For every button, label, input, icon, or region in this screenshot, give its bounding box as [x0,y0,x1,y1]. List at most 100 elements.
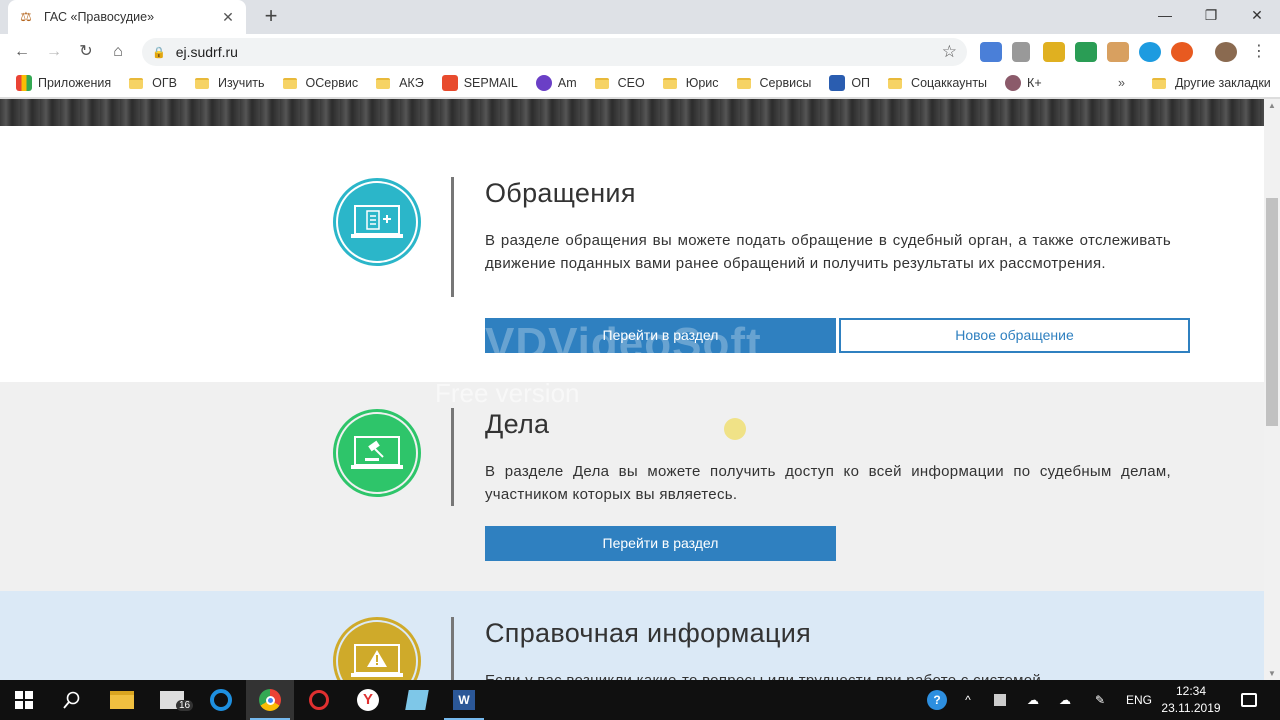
bookmark-item[interactable]: ОП [829,75,870,91]
section-reference: Справочная информация Если у вас возникл… [0,591,1264,680]
edge-icon[interactable] [197,680,245,720]
extension-icon[interactable] [980,42,1002,62]
extension-icon[interactable] [1171,42,1193,62]
cursor-highlight [724,418,746,440]
windows-start-icon[interactable] [0,680,48,720]
clock-time: 12:34 [1175,684,1207,698]
new-appeal-button[interactable]: Новое обращение [839,318,1190,353]
bookmark-label: АКЭ [399,76,424,90]
antivirus-icon[interactable] [295,680,343,720]
bookmark-label: Соцаккаунты [911,76,988,90]
bookmarks-overflow-button[interactable]: » [1118,69,1125,97]
browser-toolbar: ← → ↻ ⌂ 🔒 ej.sudrf.ru ☆ ⋮ [0,34,1280,69]
bookmark-item[interactable]: Приложения [16,75,111,91]
pen-icon[interactable]: ✎ [1088,680,1112,720]
bookmark-item[interactable]: Соцаккаунты [888,76,987,90]
hero-banner [0,99,1264,126]
appeals-icon-circle [333,178,421,266]
bookmark-item[interactable]: ОСервис [282,76,358,90]
word-icon[interactable]: W [440,680,488,720]
notification-badge: 16 [176,700,194,711]
scroll-up-icon[interactable]: ▲ [1264,101,1280,110]
bookmark-item[interactable]: Юрис [662,76,719,90]
close-window-button[interactable]: ✕ [1234,0,1280,30]
folder-icon [662,77,677,89]
new-tab-button[interactable]: + [258,4,284,30]
chevron-up-icon[interactable]: ^ [956,680,980,720]
bookmark-item[interactable]: Am [535,75,577,91]
scrollbar-thumb[interactable] [1266,198,1278,426]
bookmark-label: Приложения [38,76,112,90]
yandex-browser-icon[interactable]: Y [344,680,392,720]
tab-strip: ⚖ ГАС «Правосудие» ✕ + — ❐ ✕ [0,0,1280,34]
reload-icon[interactable]: ↻ [73,40,99,64]
home-icon[interactable]: ⌂ [105,40,131,64]
help-icon[interactable]: ? [924,680,950,720]
go-to-cases-button[interactable]: Перейти в раздел [485,526,836,561]
notes-app-icon[interactable] [393,680,441,720]
page-scrollbar[interactable]: ▲ ▼ [1264,99,1280,680]
bookmark-item[interactable]: Изучить [194,76,265,90]
menu-icon[interactable]: ⋮ [1246,40,1272,64]
section-appeals: Обращения В разделе обращения вы можете … [0,126,1264,382]
tray-app-icon[interactable] [988,680,1012,720]
bookmark-label: SEPMAIL [463,76,518,90]
bookmark-label: Am [557,76,577,90]
bookmark-item[interactable]: АКЭ [376,76,424,90]
chrome-icon[interactable] [246,680,294,720]
emblem-icon [829,75,846,91]
section-description: В разделе обращения вы можете подать обр… [485,232,1171,272]
skype-icon[interactable] [1139,42,1161,62]
reference-icon-circle [333,617,421,680]
folder-icon [736,77,751,89]
tab-title: ГАС «Правосудие» [44,10,155,24]
amocrm-icon [535,75,552,91]
cloud-icon[interactable]: ☁ [1020,680,1046,720]
file-explorer-icon[interactable] [98,680,146,720]
gavel-icon [338,414,416,492]
scales-icon: ⚖ [20,9,32,24]
language-indicator[interactable]: ENG [1122,680,1156,720]
scroll-down-icon[interactable]: ▼ [1264,669,1280,678]
other-bookmarks[interactable]: Другие закладки [1152,69,1271,97]
bookmark-item[interactable]: Сервисы [736,76,811,90]
extension-icon[interactable] [1043,42,1065,62]
section-title: Дела [485,409,550,439]
consultant-icon [1005,75,1022,91]
back-icon[interactable]: ← [9,40,35,64]
bookmark-label: Изучить [217,76,265,90]
section-cases: Дела В разделе Дела вы можете получить д… [0,382,1264,591]
cloud-upload-icon[interactable]: ☁ [1052,680,1078,720]
avatar[interactable] [1215,42,1237,62]
search-icon[interactable] [48,680,96,720]
bookmark-item[interactable]: SEPMAIL [441,75,518,91]
bookmark-item[interactable]: СЕО [594,76,645,90]
system-clock[interactable]: 12:34 23.11.2019 [1158,683,1224,717]
bookmark-item[interactable]: К+ [1005,75,1042,91]
bookmark-item[interactable]: ОГВ [129,76,177,90]
address-bar[interactable]: 🔒 ej.sudrf.ru ☆ [142,38,967,66]
forward-icon[interactable]: → [41,40,67,64]
maximize-button[interactable]: ❐ [1188,0,1234,30]
extension-icon[interactable] [1075,42,1097,62]
mail-app-icon[interactable]: 16 [148,680,196,720]
tab-close-icon[interactable]: ✕ [220,9,236,26]
folder-icon [129,77,144,89]
folder-icon [194,77,209,89]
extension-icon[interactable] [1107,42,1129,62]
bookmark-star-icon[interactable]: ☆ [942,42,957,62]
section-title: Обращения [485,178,636,208]
notifications-icon[interactable] [1234,680,1264,720]
minimize-button[interactable]: — [1142,0,1188,30]
section-title: Справочная информация [485,618,812,648]
section-description: В разделе Дела вы можете получить доступ… [485,463,1171,503]
taskbar: 16 Y W ? ^ ☁ ☁ ✎ ENG 12:34 23.11.2019 [0,680,1280,720]
bookmarks-bar: Приложения ОГВ Изучить ОСервис АКЭ SEPMA… [0,69,1280,97]
mail-icon [441,75,458,91]
bookmark-label: СЕО [617,76,645,90]
bookmark-label: Юрис [685,76,719,90]
go-to-appeals-button[interactable]: Перейти в раздел [485,318,836,353]
document-add-icon [338,183,416,261]
browser-tab[interactable]: ⚖ ГАС «Правосудие» ✕ [8,0,246,34]
extension-icon[interactable] [1012,42,1030,62]
